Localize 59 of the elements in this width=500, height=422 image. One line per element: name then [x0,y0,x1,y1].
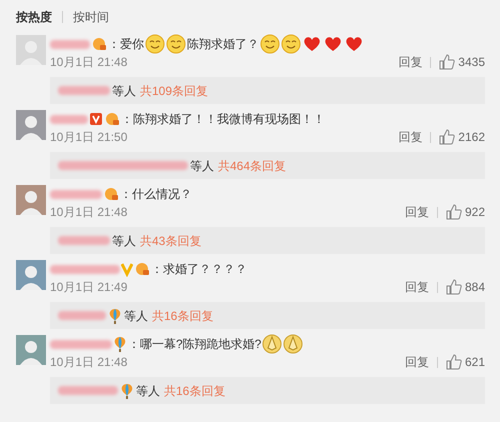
comment-time: 10月1日 21:50 [50,129,128,146]
balloon-badge-icon [120,382,134,398]
smiley-icon [260,34,280,54]
replies-suffix: 等人 [112,232,136,250]
like-button[interactable]: 884 [446,278,485,296]
avatar [16,185,46,215]
heart-icon [302,34,322,54]
blurred-name [50,190,102,198]
smiley-icon [281,34,301,54]
heart-icon [344,34,364,54]
avatar [16,110,46,140]
comment-text: ：求婚了？？？？ [151,261,247,278]
reply-link[interactable]: 回复 [404,278,429,296]
replies-suffix: 等人 [124,308,148,324]
smiley-icon [166,34,186,54]
thumbs-up-icon [439,129,456,145]
heart-icon [323,34,343,54]
comment-text: ：什么情况？ [120,186,192,203]
blurred-name [58,311,106,320]
sort-tab[interactable]: 按热度 [16,8,52,26]
reply-link[interactable]: 回复 [398,128,422,146]
avatar [16,335,46,365]
replies-suffix: 等人 [112,82,136,100]
reply-link[interactable]: 回复 [404,203,429,221]
comment-time: 10月1日 21:48 [50,54,128,71]
comment-text: 陈翔求婚了？ [187,36,259,53]
comment-text: ：哪一幕?陈翔跪地求婚? [128,336,262,353]
thumbs-up-icon [446,279,462,295]
replies-suffix: 等人 [136,382,160,400]
avatar [16,260,46,290]
like-button[interactable]: 3435 [439,53,485,71]
thumbs-up-icon [446,354,462,370]
smiley-icon [145,34,165,54]
verified-badge-icon [89,111,103,127]
blurred-name [58,86,110,95]
blurred-name [58,236,110,245]
reply-link[interactable]: 回复 [398,53,422,71]
blurred-name [50,114,88,124]
balloon-badge-icon [113,336,127,352]
comment-time: 10月1日 21:49 [50,279,128,296]
avatar [16,35,46,65]
reply-link[interactable]: 回复 [404,353,429,371]
thumbs-up-icon [439,54,456,70]
balloon-badge-icon [108,308,122,324]
blurred-name [50,264,120,274]
v-badge-icon [121,261,133,277]
like-button[interactable]: 922 [446,203,485,221]
blurred-name [58,386,118,395]
comment-time: 10月1日 21:48 [50,354,128,371]
comment-text: ：陈翔求婚了！！我微博有现场图！！ [121,111,325,128]
thumbs-up-icon [446,204,462,220]
blurred-name [50,340,112,348]
comment-text: ：爱你 [108,36,144,53]
like-button[interactable]: 621 [446,353,485,371]
comment-time: 10月1日 21:48 [50,204,128,221]
like-button[interactable]: 2162 [439,128,485,146]
sort-tab[interactable]: 按时间 [73,8,109,26]
blurred-name [50,40,90,48]
replies-suffix: 等人 [190,158,214,174]
